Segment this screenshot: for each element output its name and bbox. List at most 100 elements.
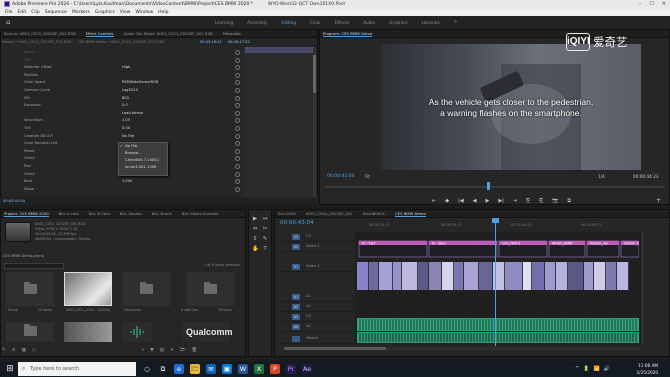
playback-resolution-select[interactable]: 1/4 xyxy=(598,174,605,179)
v2-clip[interactable]: Fwdmr_01 xyxy=(620,240,639,258)
v1-clip[interactable] xyxy=(418,262,429,290)
extract-button[interactable]: ⎗ xyxy=(539,197,543,205)
clip-thumbnail-selected[interactable]: A001_C021_0202... 0:43:04 xyxy=(64,272,112,316)
v1-clip[interactable] xyxy=(393,262,402,290)
edge-browser-icon[interactable]: e xyxy=(174,364,184,374)
zoom-level-select[interactable]: Fit xyxy=(365,174,370,179)
audio-clip-a2[interactable] xyxy=(357,332,639,343)
master-clip-label[interactable]: Master * A001_C021_0202SF_001.R3D xyxy=(2,38,71,46)
reset-icon[interactable] xyxy=(235,80,240,86)
track-target-toggle[interactable]: A2 xyxy=(292,304,300,310)
reset-icon[interactable] xyxy=(235,88,240,93)
minimize-button[interactable]: – xyxy=(639,0,642,9)
workspace-audio[interactable]: Audio xyxy=(363,16,375,29)
effect-property-value[interactable]: 0.00 xyxy=(122,125,130,132)
v1-clip[interactable] xyxy=(532,262,545,290)
track-header[interactable]: A1 A1 xyxy=(276,292,354,302)
effect-property-row[interactable]: Creative 3D LUT No File xyxy=(4,133,242,140)
effect-property-row[interactable]: Tint xyxy=(4,57,242,64)
effect-property-value[interactable]: 800 xyxy=(122,95,129,102)
tab-program[interactable]: Program: CES BMW Demo xyxy=(323,30,373,37)
dropdown-option-no-file[interactable]: No File xyxy=(119,143,167,150)
trash-icon[interactable]: 🗑 xyxy=(191,346,197,355)
bin-item-row2-2[interactable] xyxy=(64,322,112,366)
tab-sequence-1[interactable]: Sch 0000 xyxy=(278,210,296,217)
v1-clip[interactable] xyxy=(617,262,629,290)
workspace-effects[interactable]: Effects xyxy=(335,16,349,29)
workspace-more-button[interactable]: » xyxy=(454,16,457,29)
track-target-toggle[interactable]: A1 xyxy=(292,294,300,300)
razor-tool-icon[interactable]: ✂ xyxy=(262,226,268,232)
reset-icon[interactable] xyxy=(235,103,240,109)
menu-file[interactable]: File xyxy=(5,9,13,16)
lift-button[interactable]: ⎘ xyxy=(526,197,530,205)
effect-property-value[interactable]: Load Admin xyxy=(122,110,143,117)
track-target-toggle[interactable]: V2 xyxy=(292,244,300,250)
cortana-icon[interactable]: ○ xyxy=(142,364,152,374)
timeline-scroll-thumb[interactable] xyxy=(284,347,386,350)
step-forward-button[interactable]: ▶| xyxy=(498,197,504,205)
v1-clip[interactable] xyxy=(594,262,606,290)
track-header[interactable]: Master xyxy=(276,334,354,344)
excel-icon[interactable]: X xyxy=(254,364,264,374)
slip-tool-icon[interactable]: ↕ xyxy=(252,236,258,242)
after-effects-icon[interactable]: Ae xyxy=(302,364,312,374)
v2-clip[interactable]: Mobile_ver xyxy=(586,240,620,258)
tab-bin-b-cam[interactable]: Bin: B Cam xyxy=(89,210,110,217)
tab-bin-drone[interactable]: Bin: Drone xyxy=(152,210,172,217)
reset-icon[interactable] xyxy=(235,57,240,63)
file-explorer-icon[interactable]: 🗁 xyxy=(190,364,200,374)
start-button[interactable]: ⊞ xyxy=(4,363,16,375)
premiere-pro-icon[interactable]: Pr xyxy=(286,364,296,374)
tab-sequence-3[interactable]: ExtraB0001 xyxy=(363,210,385,217)
reset-icon[interactable] xyxy=(235,164,240,169)
battery-icon[interactable]: 🔋 xyxy=(583,361,589,377)
program-playhead[interactable] xyxy=(487,182,490,190)
track-target-toggle[interactable]: A3 xyxy=(292,314,300,320)
audio-clip-thumbnail[interactable] xyxy=(122,322,152,366)
effect-property-row[interactable]: Pipeline xyxy=(4,72,242,79)
go-to-in-button[interactable]: |◀ xyxy=(458,197,464,205)
tab-sequence-2[interactable]: A001_C041_0202SF_001 xyxy=(306,210,353,217)
track-target-toggle[interactable] xyxy=(292,336,300,342)
track-header[interactable]: A3 A3 xyxy=(276,312,354,322)
sequence-clip-label[interactable]: CES BMW Demo * A001_C021_0202SF_001.R3D xyxy=(77,38,163,46)
v2-clip[interactable]: fx - Bkw xyxy=(428,240,498,258)
tab-bin-media-encoder[interactable]: Bin: Media Encoder xyxy=(182,210,219,217)
audio-clip-a1[interactable] xyxy=(357,318,639,331)
menu-sequence[interactable]: Sequence xyxy=(45,9,67,16)
find-icon[interactable]: ⌕ xyxy=(142,346,145,355)
new-item-icon[interactable]: ▤ xyxy=(160,346,164,355)
zoom-slider-icon[interactable]: ○ xyxy=(32,346,36,355)
tab-source[interactable]: Source: A001_C021_0202SF_001.R3D xyxy=(4,30,76,37)
v1-clip[interactable] xyxy=(556,262,568,290)
reset-icon[interactable] xyxy=(235,186,240,192)
v1-clip[interactable] xyxy=(429,262,442,290)
bin-b-cam[interactable]: B Cam 18 Items xyxy=(186,272,234,316)
reset-icon[interactable] xyxy=(235,65,240,71)
menu-window[interactable]: Window xyxy=(135,9,153,16)
v1-clip[interactable] xyxy=(454,262,464,290)
program-timecode[interactable]: 00:00:43:04 xyxy=(327,174,354,179)
sort-icon[interactable]: ▼ xyxy=(150,346,153,355)
effect-property-value[interactable]: Log3G10 xyxy=(122,87,138,94)
automate-icon[interactable]: ✦ xyxy=(170,346,174,355)
close-button[interactable]: ✕ xyxy=(662,0,666,9)
effect-property-row[interactable]: Saturation 1.00 xyxy=(4,117,242,124)
export-frame-icon[interactable]: 📷 xyxy=(552,197,558,205)
step-back-button[interactable]: ◀ xyxy=(473,197,477,205)
effect-property-row[interactable]: ISO 800 xyxy=(4,95,242,102)
button-editor-plus-icon[interactable]: + xyxy=(656,197,661,204)
menu-view[interactable]: View xyxy=(120,9,131,16)
workspace-learning[interactable]: Learning xyxy=(215,16,233,29)
icon-view-icon[interactable]: ▦ xyxy=(22,346,26,355)
hand-tool-icon[interactable]: ✋ xyxy=(252,246,259,252)
reset-icon[interactable] xyxy=(235,118,240,124)
effect-property-row[interactable]: Exposure 0.0 xyxy=(4,102,242,109)
bin-item-row2-1[interactable] xyxy=(6,322,54,366)
v1-clip[interactable] xyxy=(545,262,556,290)
reset-icon[interactable] xyxy=(235,50,240,55)
maximize-button[interactable]: ☐ xyxy=(649,0,653,9)
menu-help[interactable]: Help xyxy=(158,9,168,16)
v1-clip[interactable] xyxy=(584,262,594,290)
